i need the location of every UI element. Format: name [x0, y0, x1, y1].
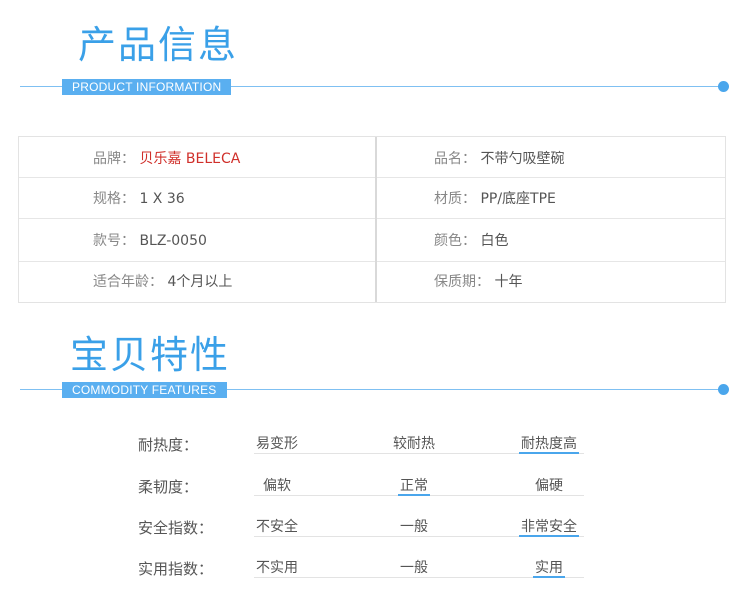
feature-option: 不实用: [256, 560, 298, 576]
selected-underline: [398, 494, 430, 496]
material-key: 材质：: [434, 191, 476, 207]
table-column-divider: [375, 137, 377, 302]
feature-option: 不安全: [256, 519, 298, 535]
table-row-divider: [19, 261, 725, 262]
feature-option-selected: 耐热度高: [521, 436, 577, 452]
shelf-key: 保质期：: [434, 274, 490, 290]
feature-option: 偏软: [263, 478, 291, 494]
commodity-features-title: 宝贝特性: [70, 333, 231, 377]
material-cell: 材质： PP/底座TPE: [434, 190, 556, 208]
spec-key: 规格：: [93, 191, 135, 207]
feature-label: 耐热度：: [138, 436, 199, 454]
feature-option: 一般: [400, 560, 428, 576]
age-cell: 适合年龄： 4个月以上: [93, 273, 232, 291]
table-row-divider: [19, 177, 725, 178]
product-name-cell: 品名： 不带勺吸壁碗: [434, 150, 564, 168]
divider-dot-icon: [718, 81, 729, 92]
shelf-life-cell: 保质期： 十年: [434, 273, 522, 291]
model-value: BLZ-0050: [139, 233, 207, 249]
divider-dot-icon: [718, 384, 729, 395]
commodity-features-subtitle: COMMODITY FEATURES: [62, 382, 227, 398]
model-key: 款号：: [93, 233, 135, 249]
name-value: 不带勺吸壁碗: [480, 151, 565, 167]
age-value: 4个月以上: [167, 274, 233, 290]
spec-cell: 规格： 1 X 36: [93, 190, 185, 208]
selected-underline: [519, 535, 579, 537]
model-cell: 款号： BLZ-0050: [93, 232, 207, 250]
selected-underline: [519, 452, 579, 454]
spec-value: 1 X 36: [139, 191, 185, 207]
feature-option: 较耐热: [393, 436, 435, 452]
name-key: 品名：: [434, 151, 476, 167]
feature-option-selected: 正常: [400, 478, 428, 494]
age-key: 适合年龄：: [93, 274, 163, 290]
product-info-subtitle: PRODUCT INFORMATION: [62, 79, 232, 95]
table-row-divider: [19, 218, 725, 219]
color-value: 白色: [480, 233, 509, 249]
product-info-table: 品牌： 贝乐嘉 BELECA 品名： 不带勺吸壁碗 规格： 1 X 36 材质：…: [18, 136, 726, 303]
feature-option: 偏硬: [535, 478, 563, 494]
feature-label: 安全指数：: [138, 519, 214, 537]
selected-underline: [533, 576, 565, 578]
shelf-value: 十年: [494, 274, 523, 290]
feature-option: 一般: [400, 519, 428, 535]
brand-value: 贝乐嘉 BELECA: [139, 151, 241, 167]
color-key: 颜色：: [434, 233, 476, 249]
feature-label: 实用指数：: [138, 560, 214, 578]
brand-key: 品牌：: [93, 151, 135, 167]
brand-cell: 品牌： 贝乐嘉 BELECA: [93, 150, 240, 168]
feature-label: 柔韧度：: [138, 478, 199, 496]
feature-option: 易变形: [256, 436, 298, 452]
product-info-title: 产品信息: [78, 23, 239, 67]
feature-option-selected: 非常安全: [521, 519, 577, 535]
color-cell: 颜色： 白色: [434, 232, 508, 250]
feature-option-selected: 实用: [535, 560, 563, 576]
material-value: PP/底座TPE: [480, 191, 556, 207]
